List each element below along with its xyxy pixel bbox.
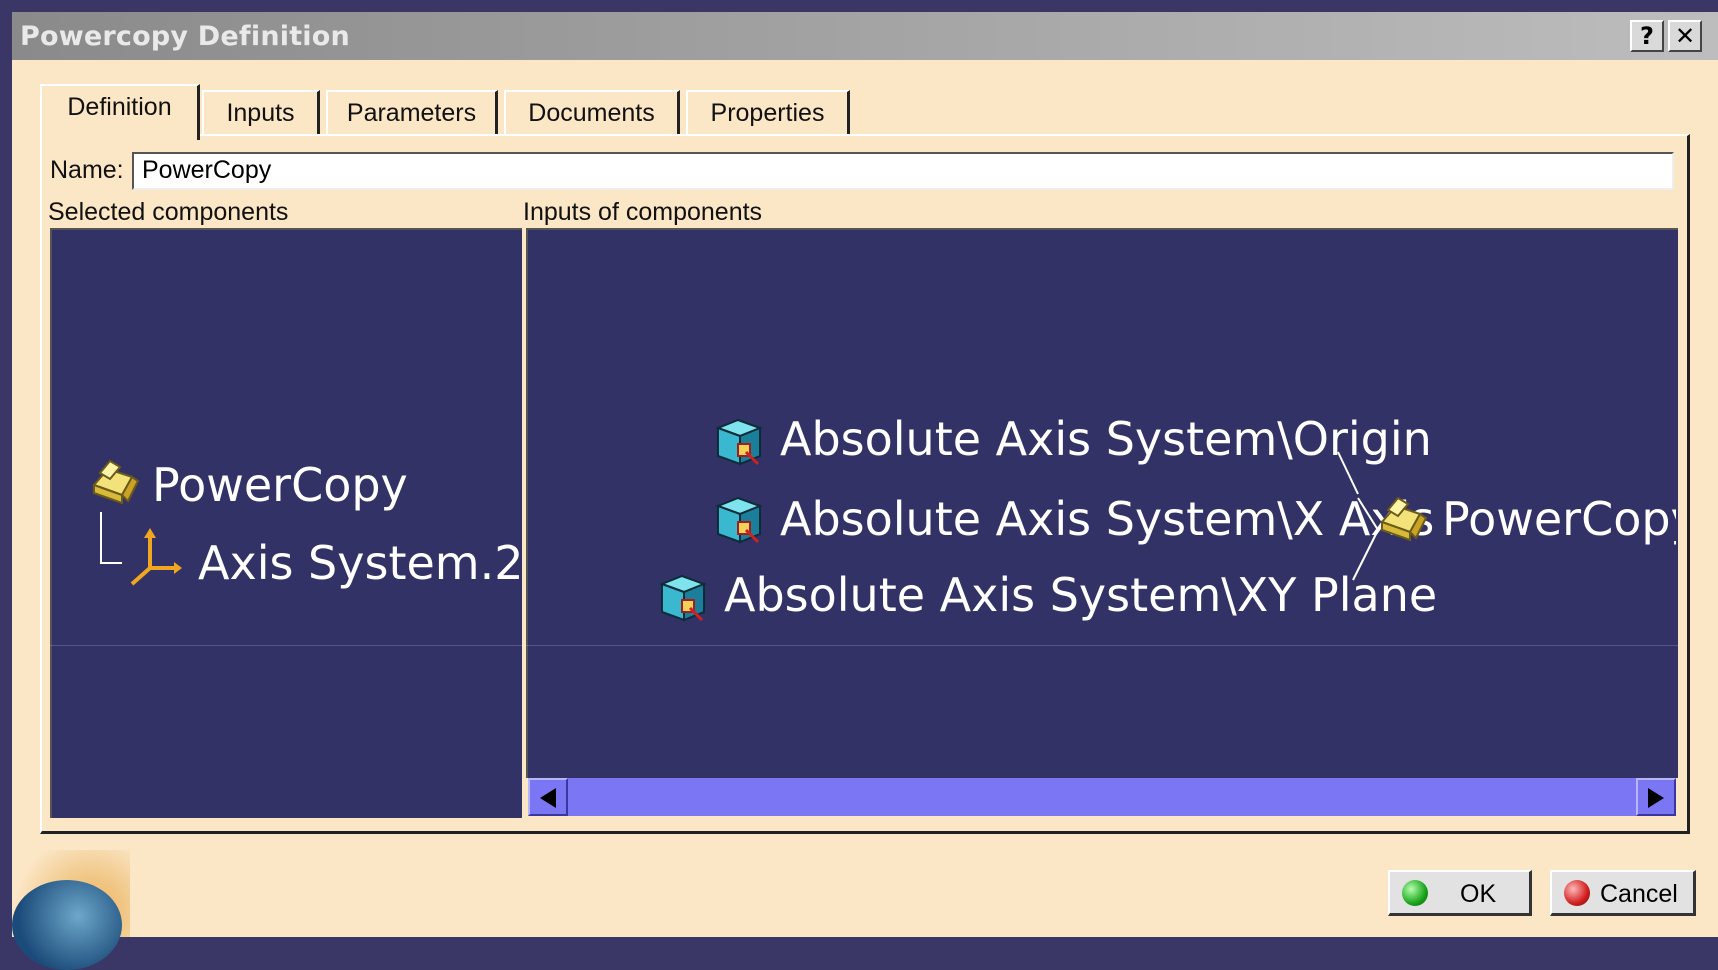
name-label: Name: bbox=[50, 156, 124, 184]
ok-button[interactable]: OK bbox=[1388, 870, 1532, 916]
powercopy-icon bbox=[92, 459, 140, 505]
window-title: Powercopy Definition bbox=[20, 21, 350, 52]
scroll-left-button[interactable] bbox=[528, 778, 568, 816]
cancel-bulb-icon bbox=[1564, 880, 1590, 906]
cancel-button[interactable]: Cancel bbox=[1550, 870, 1696, 916]
target-powercopy[interactable]: PowerCopy bbox=[1442, 492, 1676, 546]
scroll-right-button[interactable] bbox=[1636, 778, 1676, 816]
arrow-left-icon bbox=[540, 788, 556, 808]
inputs-of-components-viewer[interactable]: Absolute Axis System\Origin Absolute Axi… bbox=[526, 228, 1678, 778]
tab-parameters[interactable]: Parameters bbox=[326, 90, 498, 136]
name-input[interactable]: PowerCopy bbox=[132, 152, 1674, 190]
tab-documents[interactable]: Documents bbox=[504, 90, 680, 136]
tree-connector bbox=[100, 512, 102, 564]
help-button[interactable]: ? bbox=[1630, 20, 1664, 52]
globe-icon bbox=[12, 880, 122, 970]
arrow-right-icon bbox=[1648, 788, 1664, 808]
axis-system-icon bbox=[130, 528, 182, 586]
powercopy-icon bbox=[1380, 496, 1428, 542]
ok-bulb-icon bbox=[1402, 880, 1428, 906]
tree-connector-horizontal bbox=[100, 562, 122, 564]
close-button[interactable]: ✕ bbox=[1668, 20, 1702, 52]
tab-properties[interactable]: Properties bbox=[686, 90, 850, 136]
tree-item-axis-system[interactable]: Axis System.2 bbox=[198, 536, 523, 590]
horizontal-scrollbar[interactable] bbox=[528, 778, 1676, 816]
guide-line bbox=[48, 645, 1678, 646]
cancel-label: Cancel bbox=[1600, 880, 1678, 908]
selected-components-viewer[interactable]: PowerCopy Axis System.2 bbox=[50, 228, 523, 818]
tree-item-powercopy[interactable]: PowerCopy bbox=[152, 458, 408, 512]
ok-label: OK bbox=[1460, 880, 1497, 908]
selected-components-label: Selected components bbox=[48, 198, 289, 226]
title-bar[interactable]: Powercopy Definition ? ✕ bbox=[12, 12, 1718, 60]
tab-definition[interactable]: Definition bbox=[40, 84, 200, 140]
inputs-of-components-label: Inputs of components bbox=[523, 198, 763, 226]
tab-inputs[interactable]: Inputs bbox=[202, 90, 320, 136]
